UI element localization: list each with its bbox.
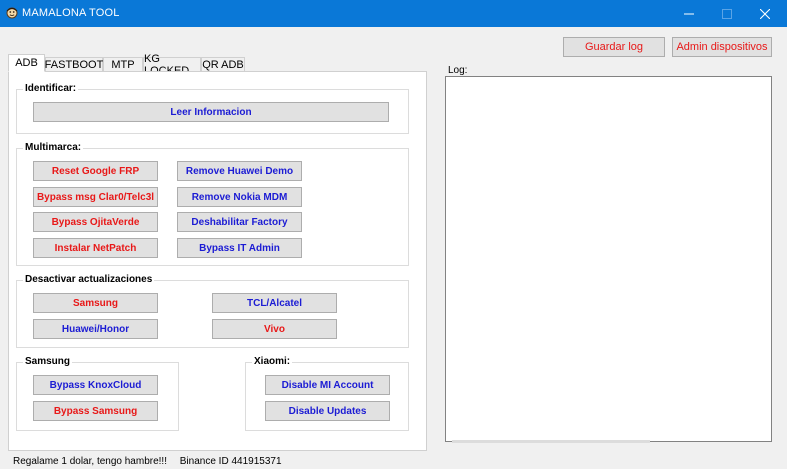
log-textbox[interactable] bbox=[445, 76, 772, 442]
tab-qr-adb[interactable]: QR ADB bbox=[201, 57, 245, 72]
bypass-it-admin-button[interactable]: Bypass IT Admin bbox=[177, 238, 302, 258]
app-logo-icon bbox=[6, 7, 18, 19]
title-bar: MAMALONA TOOL bbox=[0, 0, 787, 27]
bypass-knoxcloud-button[interactable]: Bypass KnoxCloud bbox=[33, 375, 158, 395]
bypass-msg-button[interactable]: Bypass msg Clar0/Telc3l bbox=[33, 187, 158, 207]
status-bar: Regalame 1 dolar, tengo hambre!!! Binanc… bbox=[13, 456, 292, 467]
remove-huawei-demo-button[interactable]: Remove Huawei Demo bbox=[177, 161, 302, 181]
admin-dispositivos-button[interactable]: Admin dispositivos bbox=[672, 37, 772, 57]
tab-mtp[interactable]: MTP bbox=[103, 57, 143, 72]
adb-tab-panel: Identificar: Leer Informacion Multimarca… bbox=[8, 71, 427, 451]
samsung-group: Samsung Bypass KnoxCloud Bypass Samsung bbox=[16, 356, 179, 431]
desactivar-tcl-alcatel-button[interactable]: TCL/Alcatel bbox=[212, 293, 337, 313]
disable-mi-account-button[interactable]: Disable MI Account bbox=[265, 375, 390, 395]
xiaomi-group: Xiaomi: Disable MI Account Disable Updat… bbox=[245, 356, 409, 431]
window-title: MAMALONA TOOL bbox=[22, 7, 120, 19]
desactivar-actualizaciones-group: Desactivar actualizaciones Samsung Huawe… bbox=[16, 274, 409, 348]
xiaomi-title: Xiaomi: bbox=[252, 356, 293, 368]
tab-fastboot[interactable]: FASTBOOT bbox=[45, 57, 103, 72]
desactivar-samsung-button[interactable]: Samsung bbox=[33, 293, 158, 313]
leer-informacion-button[interactable]: Leer Informacion bbox=[33, 102, 389, 122]
maximize-button[interactable] bbox=[708, 0, 746, 27]
minimize-icon bbox=[684, 13, 694, 14]
desactivar-vivo-button[interactable]: Vivo bbox=[212, 319, 337, 339]
multimarca-group: Multimarca: Reset Google FRP Bypass msg … bbox=[16, 142, 409, 266]
identificar-title: Identificar: bbox=[23, 83, 79, 95]
instalar-netpatch-button[interactable]: Instalar NetPatch bbox=[33, 238, 158, 258]
close-icon bbox=[760, 8, 770, 19]
deshabilitar-factory-button[interactable]: Deshabilitar Factory bbox=[177, 212, 302, 232]
identificar-group: Identificar: Leer Informacion bbox=[16, 83, 409, 134]
samsung-title: Samsung bbox=[23, 356, 73, 368]
disable-updates-button[interactable]: Disable Updates bbox=[265, 401, 390, 421]
minimize-button[interactable] bbox=[670, 0, 708, 27]
bypass-ojitaverde-button[interactable]: Bypass OjitaVerde bbox=[33, 212, 158, 232]
binance-id: Binance ID 441915371 bbox=[179, 456, 282, 467]
status-message: Regalame 1 dolar, tengo hambre!!! bbox=[13, 456, 167, 467]
guardar-log-button[interactable]: Guardar log bbox=[563, 37, 665, 57]
bypass-samsung-button[interactable]: Bypass Samsung bbox=[33, 401, 158, 421]
desactivar-title: Desactivar actualizaciones bbox=[23, 274, 155, 286]
remove-nokia-mdm-button[interactable]: Remove Nokia MDM bbox=[177, 187, 302, 207]
multimarca-title: Multimarca: bbox=[23, 142, 84, 154]
reset-google-frp-button[interactable]: Reset Google FRP bbox=[33, 161, 158, 181]
maximize-icon bbox=[722, 8, 732, 19]
log-horizontal-scrollbar[interactable] bbox=[452, 440, 650, 443]
tab-kg-locked[interactable]: KG LOCKED bbox=[143, 53, 201, 77]
desactivar-huawei-honor-button[interactable]: Huawei/Honor bbox=[33, 319, 158, 339]
log-label: Log: bbox=[448, 65, 468, 76]
tab-adb[interactable]: ADB bbox=[8, 54, 45, 72]
close-button[interactable] bbox=[746, 0, 784, 27]
